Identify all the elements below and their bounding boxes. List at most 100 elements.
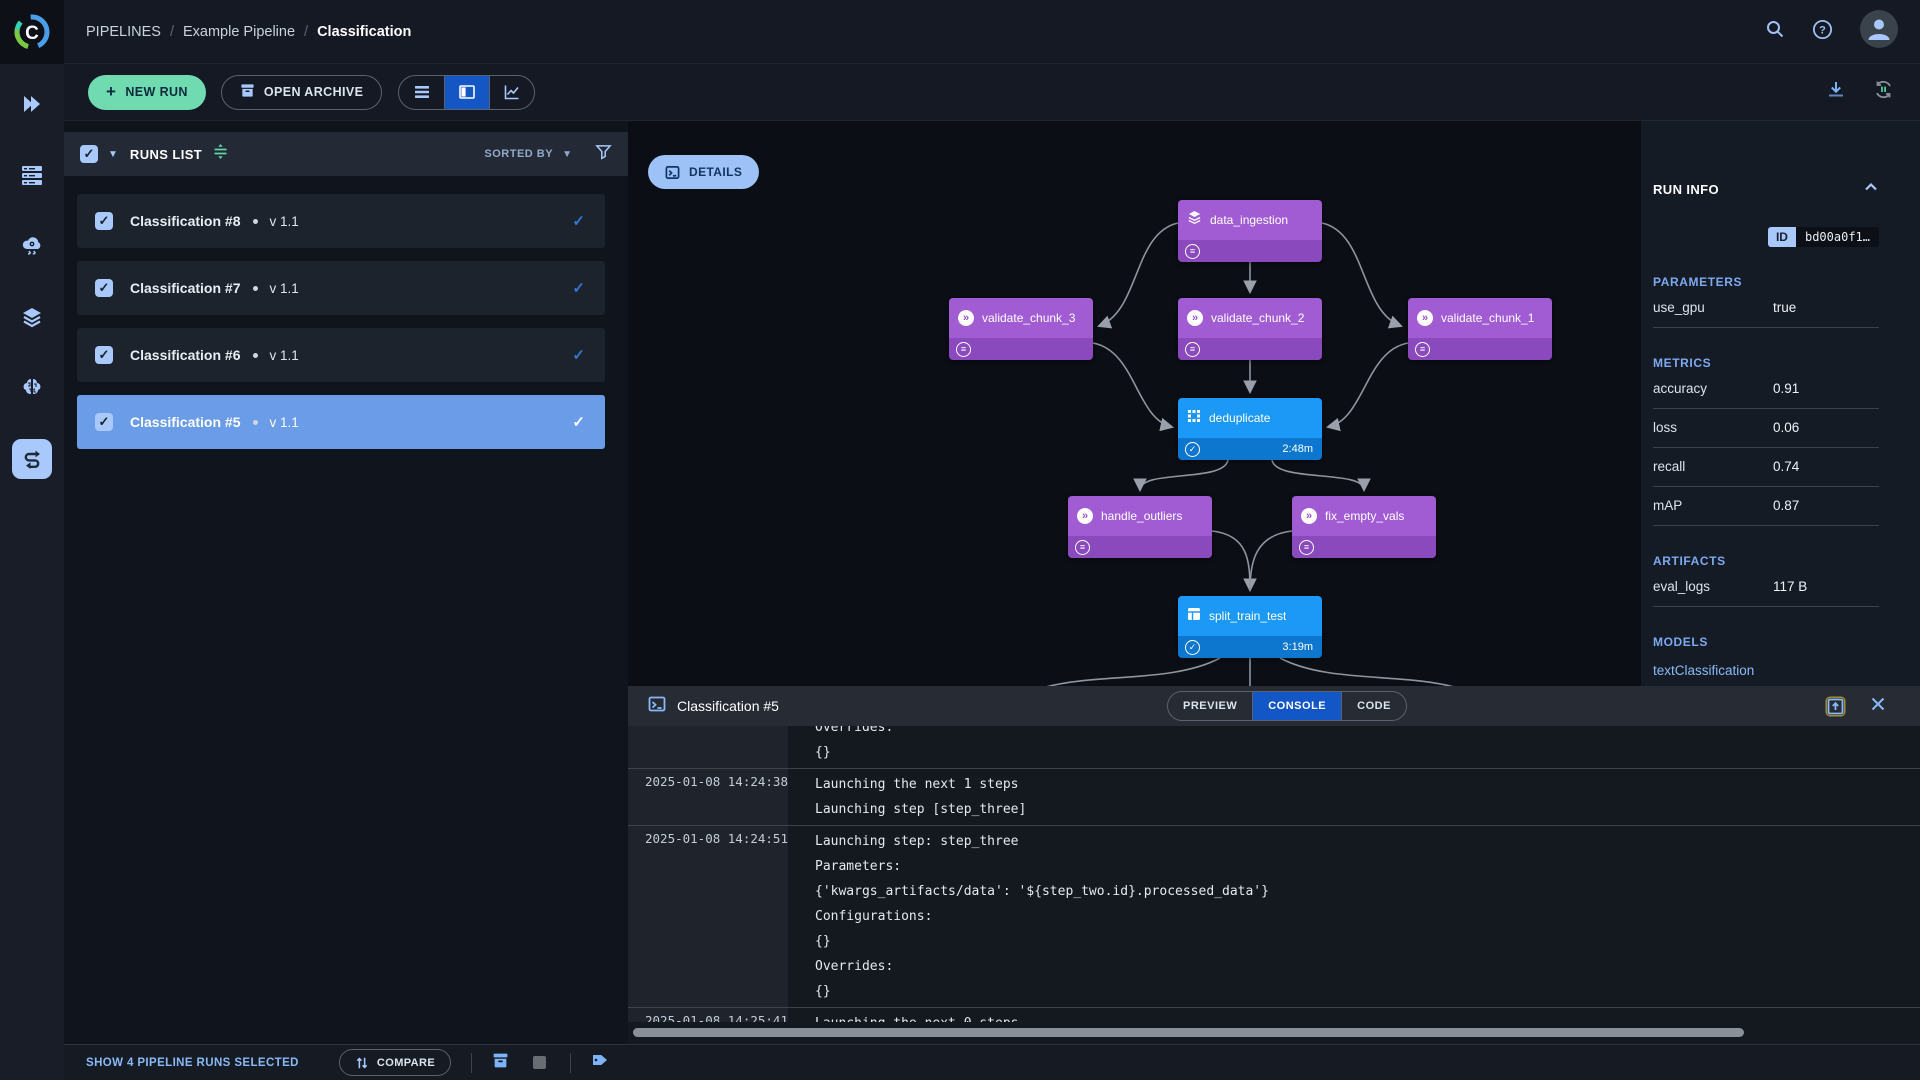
- expand-panel-icon[interactable]: [1827, 698, 1844, 715]
- run-checkbox[interactable]: ✓: [95, 279, 113, 297]
- run-status-check-icon: ✓: [572, 346, 585, 364]
- node-type-icon: »: [1417, 310, 1433, 326]
- split-view-button[interactable]: [444, 76, 489, 109]
- run-checkbox[interactable]: ✓: [95, 413, 113, 431]
- pipelines-icon: [20, 447, 44, 471]
- run-version: v 1.1: [270, 348, 299, 363]
- projects-icon: [21, 93, 43, 115]
- run-checkbox[interactable]: ✓: [95, 212, 113, 230]
- dag-node[interactable]: » validate_chunk_2 ≡: [1178, 298, 1322, 360]
- run-version: v 1.1: [270, 415, 299, 430]
- breadcrumb: PIPELINES / Example Pipeline / Classific…: [86, 24, 411, 40]
- clearml-logo[interactable]: C: [0, 0, 64, 64]
- sidebar-item-models[interactable]: [12, 368, 52, 408]
- run-checkbox[interactable]: ✓: [95, 346, 113, 364]
- help-icon[interactable]: ?: [1812, 19, 1833, 45]
- resize-rows-icon[interactable]: [212, 143, 229, 165]
- table-view-button[interactable]: [399, 76, 444, 109]
- info-section: ARTIFACTS eval_logs 117 B: [1653, 554, 1879, 607]
- console-tab-console[interactable]: CONSOLE: [1252, 692, 1341, 720]
- details-button[interactable]: DETAILS: [648, 155, 759, 189]
- close-panel-icon[interactable]: [1870, 696, 1886, 717]
- collapse-panel-icon[interactable]: [1863, 179, 1879, 200]
- node-label: fix_empty_vals: [1325, 509, 1404, 523]
- run-info-title: RUN INFO: [1653, 182, 1719, 197]
- chart-view-button[interactable]: [489, 76, 534, 109]
- info-key: use_gpu: [1653, 300, 1773, 315]
- node-status-icon[interactable]: ≡: [1415, 342, 1430, 357]
- run-list-item[interactable]: ✓ Classification #5 v 1.1 ✓: [77, 395, 605, 449]
- run-id-value[interactable]: bd00a0f1…: [1796, 227, 1879, 247]
- tag-icon[interactable]: [591, 1051, 609, 1074]
- dag-edge: [1272, 460, 1364, 490]
- search-icon[interactable]: [1765, 19, 1785, 44]
- run-id-row: ID bd00a0f1…: [1653, 227, 1879, 247]
- sidebar-item-pipelines[interactable]: [12, 439, 52, 479]
- download-icon[interactable]: [1826, 80, 1846, 105]
- sidebar-item-workers-queues[interactable]: [12, 155, 52, 195]
- selection-footer: SHOW 4 PIPELINE RUNS SELECTED COMPARE: [64, 1044, 1920, 1080]
- selection-dropdown-caret[interactable]: ▼: [108, 149, 118, 160]
- select-all-checkbox[interactable]: ✓: [80, 145, 98, 163]
- run-list-item[interactable]: ✓ Classification #6 v 1.1 ✓: [77, 328, 605, 382]
- dag-node[interactable]: » handle_outliers ≡: [1068, 496, 1212, 558]
- compare-label: COMPARE: [377, 1057, 435, 1069]
- node-label: split_train_test: [1209, 609, 1286, 623]
- sidebar-item-applications[interactable]: [12, 226, 52, 266]
- info-section-title: MODELS: [1653, 635, 1879, 649]
- sidebar-item-projects[interactable]: [12, 84, 52, 124]
- new-run-button[interactable]: + NEW RUN: [88, 75, 206, 110]
- info-value: 0.91: [1773, 381, 1799, 396]
- log-lines: Launching the next 1 stepsLaunching step…: [788, 769, 1920, 825]
- dag-edge: [1212, 531, 1250, 590]
- compare-icon: [355, 1056, 369, 1070]
- sorted-by-caret[interactable]: ▼: [562, 149, 572, 160]
- info-value: true: [1773, 300, 1796, 315]
- dag-node[interactable]: » fix_empty_vals ≡: [1292, 496, 1436, 558]
- node-status-icon[interactable]: ✓: [1185, 640, 1200, 655]
- details-label: DETAILS: [689, 165, 742, 179]
- node-status-icon[interactable]: ≡: [1185, 342, 1200, 357]
- user-avatar[interactable]: [1860, 10, 1898, 53]
- selection-count-label[interactable]: SHOW 4 PIPELINE RUNS SELECTED: [86, 1057, 299, 1069]
- info-row: mAP 0.87: [1653, 487, 1879, 526]
- node-status-icon[interactable]: ≡: [1185, 244, 1200, 259]
- console-tab-code[interactable]: CODE: [1341, 692, 1406, 720]
- run-name: Classification #7: [130, 280, 241, 296]
- node-type-icon: »: [1077, 508, 1093, 524]
- model-link[interactable]: textClassification: [1653, 663, 1879, 678]
- dag-edge: [1093, 343, 1172, 427]
- archive-action-icon[interactable]: [492, 1052, 509, 1074]
- breadcrumb-pipelines[interactable]: PIPELINES: [86, 24, 161, 40]
- breadcrumb-project[interactable]: Example Pipeline: [183, 24, 295, 40]
- sorted-by-label[interactable]: SORTED BY: [484, 148, 553, 160]
- node-status-icon[interactable]: ≡: [1299, 540, 1314, 555]
- sidebar-item-datasets[interactable]: [12, 297, 52, 337]
- run-info-sections: PARAMETERS use_gpu true METRICS accuracy…: [1653, 275, 1879, 678]
- compare-button[interactable]: COMPARE: [339, 1049, 451, 1076]
- log-line: Parameters:: [815, 854, 1920, 879]
- run-name: Classification #5: [130, 414, 241, 430]
- dot-separator: [253, 219, 258, 224]
- run-version: v 1.1: [270, 281, 299, 296]
- node-status-icon[interactable]: ≡: [956, 342, 971, 357]
- run-list-item[interactable]: ✓ Classification #7 v 1.1 ✓: [77, 261, 605, 315]
- node-status-icon[interactable]: ≡: [1075, 540, 1090, 555]
- run-status-check-icon: ✓: [572, 212, 585, 230]
- auto-refresh-icon[interactable]: [1873, 79, 1894, 105]
- node-status-icon[interactable]: ✓: [1185, 442, 1200, 457]
- dag-node[interactable]: split_train_test ✓ 3:19m: [1178, 596, 1322, 658]
- abort-icon[interactable]: [533, 1056, 546, 1069]
- dag-node[interactable]: » validate_chunk_3 ≡: [949, 298, 1093, 360]
- console-log[interactable]: Overrides:{} 2025-01-08 14:24:38 Launchi…: [628, 726, 1920, 1022]
- log-row: 2025-01-08 14:25:41 Launching the next 0…: [628, 1007, 1920, 1022]
- console-panel: Classification #5 PREVIEWCONSOLECODE Ove…: [628, 686, 1920, 1044]
- dag-node[interactable]: » validate_chunk_1 ≡: [1408, 298, 1552, 360]
- run-list-item[interactable]: ✓ Classification #8 v 1.1 ✓: [77, 194, 605, 248]
- open-archive-button[interactable]: OPEN ARCHIVE: [221, 75, 383, 110]
- dag-node[interactable]: data_ingestion ≡: [1178, 200, 1322, 262]
- console-scrollbar-thumb[interactable]: [633, 1028, 1744, 1037]
- dag-node[interactable]: deduplicate ✓ 2:48m: [1178, 398, 1322, 460]
- filter-icon[interactable]: [595, 143, 612, 165]
- console-tab-preview[interactable]: PREVIEW: [1168, 692, 1252, 720]
